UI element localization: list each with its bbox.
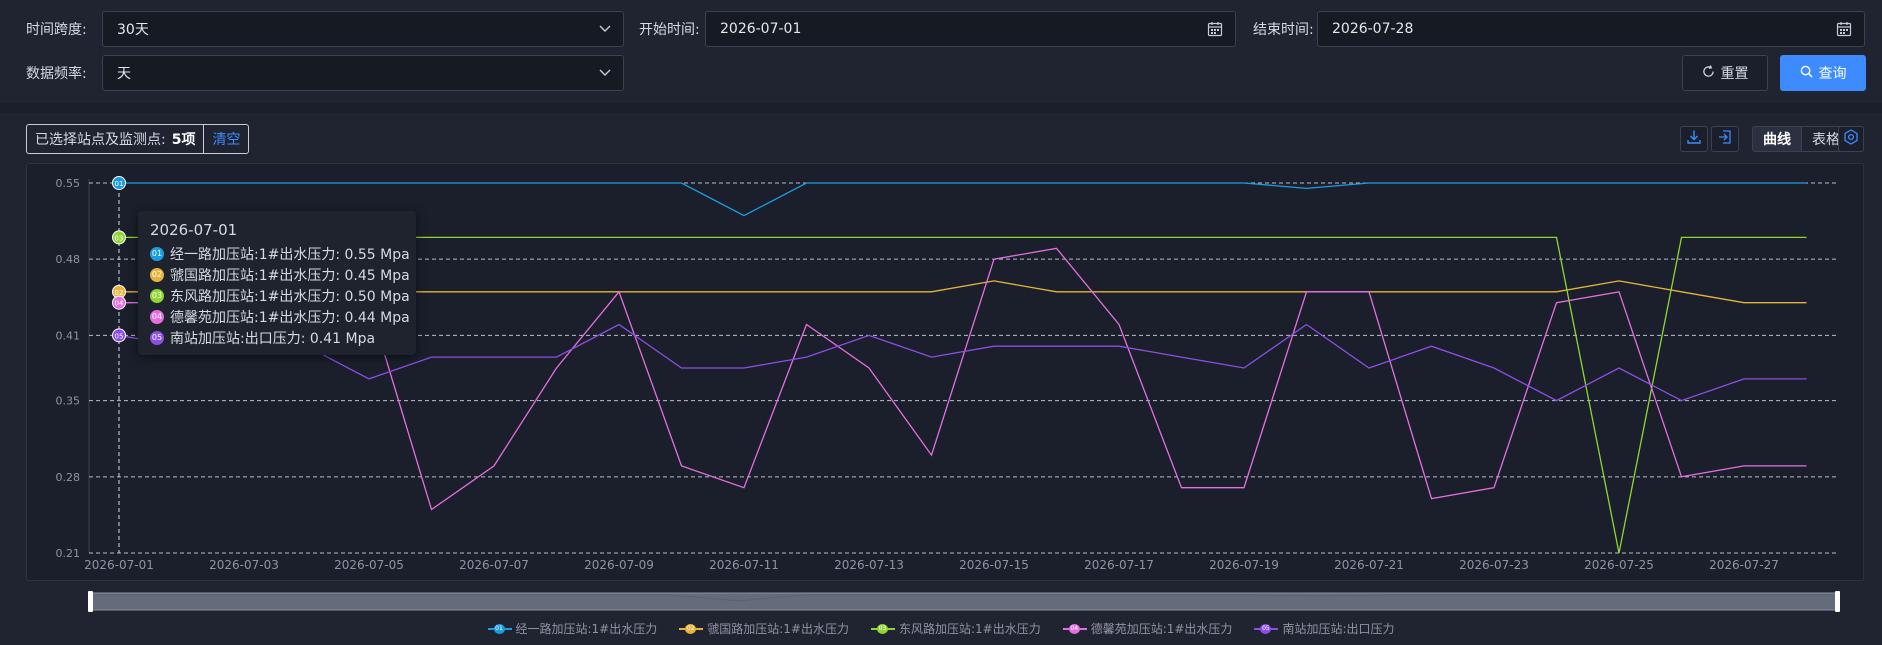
tooltip-row: 04 德馨苑加压站:1#出水压力: 0.44 Mpa <box>150 306 410 327</box>
tooltip-text: 德馨苑加压站:1#出水压力: 0.44 Mpa <box>170 309 410 326</box>
start-date-value: 2026-07-01 <box>720 21 802 37</box>
end-date-value: 2026-07-28 <box>1332 21 1414 37</box>
tooltip-badge: 02 <box>150 267 164 282</box>
legend-item-02[interactable]: 02 虢国路加压站:1#出水压力 <box>679 620 849 637</box>
selected-label: 已选择站点及监测点: <box>35 132 166 148</box>
selected-points-box: 已选择站点及监测点: 5项 清空 <box>26 124 250 154</box>
tooltip-row: 05 南站加压站:出口压力: 0.41 Mpa <box>150 327 404 348</box>
chart-legend: 01 经一路加压站:1#出水压力 02 虢国路加压站:1#出水压力 03 东风路加压站:1… <box>0 620 1882 637</box>
chevron-down-icon <box>599 69 611 77</box>
tooltip-text: 虢国路加压站:1#出水压力: 0.45 Mpa <box>170 267 410 284</box>
legend-label: 德馨苑加压站:1#出水压力 <box>1090 622 1233 636</box>
start-filter: 开始时间: 2026-07-01 <box>639 11 1236 47</box>
freq-filter: 数据频率: 天 <box>26 55 624 91</box>
tooltip-text: 南站加压站:出口压力: 0.41 Mpa <box>170 330 376 347</box>
end-filter: 结束时间: 2026-07-28 <box>1253 11 1865 47</box>
freq-label: 数据频率: <box>26 66 87 82</box>
selected-summary: 已选择站点及监测点: 5项 <box>27 125 203 153</box>
gear-icon <box>1843 129 1859 149</box>
tooltip-row: 01 经一路加压站:1#出水压力: 0.55 Mpa <box>150 243 410 264</box>
selected-count: 5项 <box>171 132 196 148</box>
legend-item-03[interactable]: 03 东风路加压站:1#出水压力 <box>870 620 1041 637</box>
legend-item-01[interactable]: 01 经一路加压站:1#出水压力 <box>487 620 658 637</box>
span-label: 时间跨度: <box>26 22 87 38</box>
download-button[interactable] <box>1680 126 1708 152</box>
tooltip-date: 2026-07-01 <box>150 221 238 239</box>
legend-label: 经一路加压站:1#出水压力 <box>515 622 658 636</box>
tooltip-badge: 03 <box>150 288 164 303</box>
query-label: 查询 <box>1818 66 1847 82</box>
tooltip: 2026-07-01 01 经一路加压站:1#出水压力: 0.55 Mpa 02 虢国… <box>138 211 416 355</box>
legend-item-05[interactable]: 05 南站加压站:出口压力 <box>1254 620 1394 637</box>
span-value: 30天 <box>117 22 149 38</box>
tooltip-badge: 05 <box>150 330 164 345</box>
query-button[interactable]: 查询 <box>1780 55 1866 91</box>
tooltip-row: 03 东风路加压站:1#出水压力: 0.50 Mpa <box>150 285 410 306</box>
legend-marker: 04 <box>1062 623 1087 634</box>
legend-label: 南站加压站:出口压力 <box>1282 622 1395 636</box>
freq-value: 天 <box>117 66 131 82</box>
tooltip-row: 02 虢国路加压站:1#出水压力: 0.45 Mpa <box>150 264 410 285</box>
legend-marker: 03 <box>870 623 895 634</box>
calendar-icon[interactable] <box>1836 21 1852 37</box>
legend-item-04[interactable]: 04 德馨苑加压站:1#出水压力 <box>1062 620 1233 637</box>
view-curve-tab[interactable]: 曲线 <box>1753 127 1801 151</box>
legend-marker: 02 <box>679 623 704 634</box>
start-date-input[interactable]: 2026-07-01 <box>705 11 1236 47</box>
export-icon <box>1717 129 1733 149</box>
legend-label: 东风路加压站:1#出水压力 <box>898 622 1041 636</box>
end-date-input[interactable]: 2026-07-28 <box>1317 11 1865 47</box>
chevron-down-icon <box>599 25 611 33</box>
end-label: 结束时间: <box>1253 22 1314 38</box>
reset-label: 重置 <box>1720 66 1749 82</box>
tooltip-badge: 04 <box>150 309 164 324</box>
settings-button[interactable] <box>1838 126 1864 152</box>
legend-label: 虢国路加压站:1#出水压力 <box>707 622 849 636</box>
calendar-icon[interactable] <box>1207 21 1223 37</box>
clear-button[interactable]: 清空 <box>203 125 248 153</box>
tooltip-badge: 01 <box>150 246 164 261</box>
refresh-icon <box>1702 64 1715 82</box>
legend-marker: 05 <box>1254 623 1279 634</box>
span-select[interactable]: 30天 <box>102 11 624 47</box>
export-button[interactable] <box>1711 126 1739 152</box>
tooltip-rows: 01 经一路加压站:1#出水压力: 0.55 Mpa 02 虢国路加压站:1#出水压力… <box>150 243 410 348</box>
legend-marker: 01 <box>487 623 512 634</box>
download-icon <box>1686 129 1702 149</box>
tooltip-text: 经一路加压站:1#出水压力: 0.55 Mpa <box>170 246 410 263</box>
freq-select[interactable]: 天 <box>102 55 624 91</box>
reset-button[interactable]: 重置 <box>1682 55 1768 91</box>
view-toggle: 曲线 表格 <box>1752 126 1851 152</box>
tooltip-text: 东风路加压站:1#出水压力: 0.50 Mpa <box>170 288 410 305</box>
start-label: 开始时间: <box>639 22 700 38</box>
search-icon <box>1800 65 1813 82</box>
span-filter: 时间跨度: 30天 <box>26 11 624 47</box>
